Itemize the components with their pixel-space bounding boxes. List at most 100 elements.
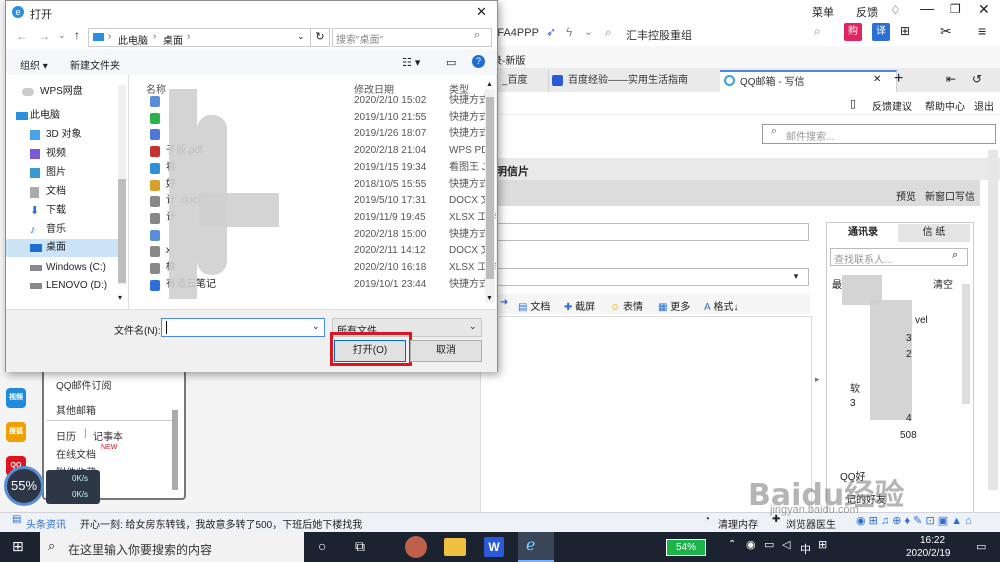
feedback-label[interactable]: 反馈 <box>856 4 878 20</box>
app-tray-icon[interactable]: ⊞ <box>818 538 827 551</box>
new-tab-icon[interactable]: + <box>894 70 903 88</box>
attach-icon[interactable]: ➜ <box>500 297 508 308</box>
close-tab-icon[interactable]: ✕ <box>873 74 881 85</box>
feedback-link[interactable]: 反馈建议 <box>872 98 912 113</box>
news-ticker[interactable]: 开心一刻: 给女房东转钱，我故意多转了500，下班后她下楼找我 <box>80 516 362 531</box>
page-scrollbar[interactable] <box>988 150 998 490</box>
task-view-icon[interactable]: ⧉ <box>355 538 365 555</box>
minimize-icon[interactable]: — <box>920 0 934 16</box>
refresh-icon[interactable]: ↻ <box>310 28 330 47</box>
chevron-up-icon[interactable]: ⌃ <box>728 539 736 550</box>
tree-drive-d[interactable]: LENOVO (D:) <box>6 277 124 295</box>
new-folder-button[interactable]: 新建文件夹 <box>70 57 120 72</box>
clock-date[interactable]: 2020/2/19 <box>906 548 951 559</box>
contact-item[interactable]: 508 <box>900 430 917 441</box>
view-options-icon[interactable]: ☷ ▾ <box>402 56 420 69</box>
sidebar-other-mailbox[interactable]: 其他邮箱 <box>56 402 96 417</box>
shopping-icon[interactable]: 购 <box>844 23 862 41</box>
contacts-scrollbar[interactable] <box>962 284 970 404</box>
clean-memory[interactable]: 清理内存 <box>718 516 758 531</box>
restore-tab-icon[interactable]: ⇤ <box>946 72 956 86</box>
scroll-down-icon[interactable]: ▼ <box>486 295 493 302</box>
open-button[interactable]: 打开(O) <box>334 340 406 362</box>
collapse-arrow-icon[interactable]: ▸ <box>815 374 820 385</box>
file-explorer-icon[interactable] <box>444 538 466 556</box>
translate-icon[interactable]: 译 <box>872 23 890 41</box>
cancel-button[interactable]: 取消 <box>410 340 482 362</box>
search-icon[interactable]: ⌕ <box>605 25 612 40</box>
contact-item[interactable]: 软 <box>850 380 860 395</box>
dropdown-icon[interactable]: ▾ <box>785 268 807 284</box>
forward-arrow-icon[interactable]: → <box>38 29 50 43</box>
tree-wps-cloud[interactable]: WPS网盘 <box>6 83 124 101</box>
tool-emoji[interactable]: ☺ 表情 <box>610 298 643 313</box>
chevron-down-icon[interactable]: ⌄ <box>297 31 305 42</box>
grid-icon[interactable]: ⊞ <box>900 24 910 38</box>
tree-3d-objects[interactable]: 3D 对象 <box>6 126 124 144</box>
sidebar-online-docs[interactable]: 在线文档 <box>56 446 96 461</box>
menu-icon[interactable]: ≡ <box>978 23 986 39</box>
contact-item[interactable]: 3 <box>850 398 856 409</box>
browser-doctor[interactable]: 浏览器医生 <box>786 516 836 531</box>
tree-documents[interactable]: 文档 <box>6 183 124 201</box>
recipient-field[interactable] <box>480 223 809 241</box>
network-icon[interactable]: ▭ <box>764 538 774 551</box>
subject-field[interactable] <box>480 268 809 286</box>
sidebar-scrollbar[interactable] <box>172 410 178 490</box>
windows-start-icon[interactable]: ⊞ <box>12 538 24 555</box>
breadcrumb[interactable]: › 此电脑 › 桌面 › ⌄ <box>88 28 312 47</box>
scissors-icon[interactable]: ✂ <box>940 23 952 40</box>
clear-link[interactable]: 清空 <box>933 276 953 291</box>
contact-item[interactable]: 3 <box>906 333 912 344</box>
tab-baidu[interactable]: _百度 <box>496 70 549 92</box>
back-icon[interactable]: ↺ <box>972 72 982 86</box>
tree-this-pc[interactable]: 此电脑 <box>6 107 124 125</box>
tool-document[interactable]: ▤ 文档 <box>518 298 550 313</box>
browser-taskbar-button[interactable] <box>518 532 554 562</box>
search-icon[interactable]: ⌕ <box>814 24 821 39</box>
back-arrow-icon[interactable]: ← <box>16 29 28 43</box>
tree-drive-c[interactable]: Windows (C:) <box>6 259 124 277</box>
battery-indicator[interactable]: 54% <box>666 539 706 556</box>
tree-scrollbar-thumb[interactable] <box>118 179 126 283</box>
tool-more[interactable]: ▦ 更多 <box>658 298 690 313</box>
postcard-tab[interactable]: 明信片 <box>496 163 529 179</box>
contacts-tab[interactable]: 通讯录 <box>828 224 898 244</box>
address-bar[interactable] <box>480 22 1000 46</box>
contact-item[interactable]: 4 <box>906 413 912 424</box>
organize-button[interactable]: 组织 ▾ <box>20 57 48 72</box>
ime-indicator[interactable]: 中 <box>800 541 811 557</box>
chevron-down-icon[interactable]: ⌄ <box>58 30 66 41</box>
sidebar-notes[interactable]: 记事本 <box>93 428 123 443</box>
clock-time[interactable]: 16:22 <box>920 535 945 546</box>
tree-desktop[interactable]: 桌面 <box>6 239 124 257</box>
sohu-app-icon[interactable]: 搜狐 <box>6 422 26 442</box>
close-icon[interactable]: ✕ <box>978 1 990 18</box>
new-window-link[interactable]: 新窗口写信 <box>925 188 975 203</box>
tree-pictures[interactable]: 图片 <box>6 164 124 182</box>
tray-icons[interactable]: ◉ ⊞ ♫ ⊕ ♦ ✎ ⊡ ▣ ▲ ⌂ <box>856 514 972 527</box>
tool-screenshot[interactable]: ✚ 截屏 <box>564 298 595 313</box>
close-icon[interactable]: ✕ <box>476 4 487 20</box>
maximize-icon[interactable]: ❐ <box>950 2 961 16</box>
chevron-down-icon[interactable]: ⌄ <box>584 25 593 38</box>
sidebar-subscription[interactable]: QQ邮件订阅 <box>56 377 112 392</box>
stationery-tab[interactable]: 信 纸 <box>898 224 970 242</box>
cortana-icon[interactable]: ○ <box>318 538 326 554</box>
wps-writer-icon[interactable]: W <box>484 537 504 557</box>
filename-input[interactable]: ⌄ <box>161 318 325 337</box>
volume-icon[interactable]: ◁ <box>782 538 790 551</box>
help-link[interactable]: 帮助中心 <box>925 98 965 113</box>
contact-item[interactable]: 2 <box>906 349 912 360</box>
preview-pane-icon[interactable]: ▭ <box>446 56 456 69</box>
scroll-down-icon[interactable]: ▾ <box>118 293 122 302</box>
chevron-down-icon[interactable]: ⌄ <box>312 321 320 332</box>
news-label[interactable]: 头条资讯 <box>26 516 66 531</box>
up-arrow-icon[interactable]: ↑ <box>74 28 80 42</box>
memory-gauge[interactable]: 55% <box>4 466 44 506</box>
tree-music[interactable]: ♪ 音乐 <box>6 221 124 239</box>
contact-item[interactable]: vel <box>915 315 928 326</box>
lightning-icon[interactable]: ϟ <box>566 25 572 39</box>
tree-videos[interactable]: 视频 <box>6 145 124 163</box>
tree-downloads[interactable]: ⬇ 下载 <box>6 202 124 220</box>
